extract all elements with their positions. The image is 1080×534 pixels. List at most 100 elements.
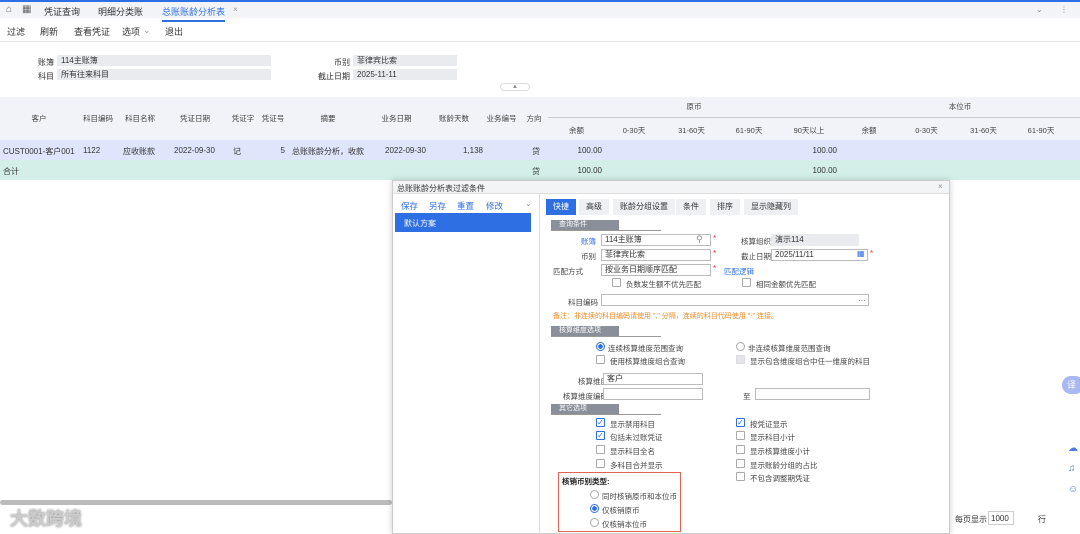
calendar-icon[interactable]: ▦ bbox=[857, 249, 865, 258]
reset-button[interactable]: 重置 bbox=[457, 200, 474, 212]
col-orig-balance: 余额 bbox=[569, 126, 584, 135]
search-icon[interactable]: ⚲ bbox=[696, 234, 703, 245]
wo-local-radio[interactable] bbox=[590, 518, 599, 527]
col-local-31-60: 31-60天 bbox=[970, 126, 997, 135]
group-local-currency: 本位币 bbox=[948, 102, 972, 111]
opt-label: 显示科目小计 bbox=[750, 433, 795, 442]
col-local-0-30: 0-30天 bbox=[915, 126, 938, 135]
enddate-input[interactable]: 2025/11/11 bbox=[771, 249, 868, 261]
translate-button[interactable]: 译 bbox=[1062, 376, 1080, 394]
group-original-currency: 原币 bbox=[686, 102, 702, 111]
wo-original-radio[interactable] bbox=[590, 504, 599, 513]
opt-label: 显示禁用科目 bbox=[610, 420, 655, 429]
tab-voucher-query[interactable]: 凭证查询 bbox=[44, 5, 80, 18]
enddate-value: 2025-11-11 bbox=[353, 69, 457, 80]
cell-summary: 总账账龄分析，收款 bbox=[292, 147, 364, 156]
enddate-label: 截止日期 bbox=[318, 72, 350, 81]
match-logic-link[interactable]: 匹配逻辑 bbox=[724, 266, 754, 277]
tab-quick[interactable]: 快捷 bbox=[546, 199, 576, 215]
opt-label: 按凭证显示 bbox=[750, 420, 788, 429]
tab-sort[interactable]: 排序 bbox=[710, 199, 740, 215]
dimcode-to-input[interactable] bbox=[755, 388, 870, 400]
cell-customer: CUST0001-客户001 bbox=[3, 147, 75, 156]
header-divider bbox=[548, 117, 1080, 118]
opt-dim-subtotal-checkbox[interactable] bbox=[736, 445, 745, 454]
opt-label: 多科目合并显示 bbox=[610, 461, 663, 470]
opt-unposted-checkbox[interactable]: ✓ bbox=[596, 431, 605, 440]
code-input[interactable] bbox=[601, 294, 869, 306]
col-orig-31-60: 31-60天 bbox=[678, 126, 705, 135]
neg-first-label: 负数发生额不优先匹配 bbox=[626, 280, 701, 289]
modify-button[interactable]: 修改 bbox=[486, 200, 503, 212]
collapse-toggle[interactable]: ▲ bbox=[500, 83, 530, 91]
opt-exclude-adjust-checkbox[interactable] bbox=[736, 472, 745, 481]
col-orig-over90: 90天以上 bbox=[793, 126, 825, 135]
save-as-button[interactable]: 另存 bbox=[429, 200, 446, 212]
book-label[interactable]: 账簿 bbox=[581, 236, 596, 247]
wo-local-label: 仅核销本位币 bbox=[602, 520, 647, 529]
wo-both-radio[interactable] bbox=[590, 490, 599, 499]
currency-select[interactable]: 菲律宾比索 bbox=[601, 249, 711, 261]
dim-combo-checkbox[interactable] bbox=[596, 355, 605, 364]
tab-show-hide-columns[interactable]: 显示隐藏列 bbox=[744, 199, 798, 215]
opt-merge-checkbox[interactable] bbox=[596, 459, 605, 468]
section-query: 查询条件 bbox=[551, 220, 619, 230]
dim-any-checkbox bbox=[736, 355, 745, 364]
book-value: 114主账簿 bbox=[57, 55, 271, 66]
table-header: 客户 科目编码 科目名称 凭证日期 凭证字 凭证号 摘要 业务日期 账龄天数 业… bbox=[0, 97, 1080, 140]
per-page-input[interactable]: 1000 bbox=[988, 511, 1014, 525]
close-tab-icon[interactable]: × bbox=[233, 5, 238, 14]
cloud-icon[interactable]: ☁ bbox=[1068, 443, 1078, 454]
feedback-icon[interactable]: ☺ bbox=[1068, 484, 1078, 495]
dim-continuous-radio[interactable] bbox=[596, 342, 605, 351]
same-first-label: 相同金额优先匹配 bbox=[756, 280, 816, 289]
currency-value: 菲律宾比索 bbox=[353, 55, 457, 66]
opt-fullname-checkbox[interactable] bbox=[596, 445, 605, 454]
more-icon[interactable]: ⋮ bbox=[1060, 5, 1068, 14]
dim-noncontinuous-radio[interactable] bbox=[736, 342, 745, 351]
cell-dir: 贷 bbox=[532, 147, 540, 156]
close-icon[interactable]: × bbox=[938, 182, 943, 191]
collapse-icon[interactable]: ⌄ bbox=[1036, 5, 1043, 14]
opt-label: 显示核算维度小计 bbox=[750, 447, 810, 456]
tab-condition[interactable]: 条件 bbox=[676, 199, 706, 215]
opt-aging-ratio-checkbox[interactable] bbox=[736, 459, 745, 468]
dimcode-label: 核算维度编码 bbox=[563, 392, 608, 401]
options-menu[interactable]: 选项 bbox=[122, 25, 140, 38]
per-page-unit: 行 bbox=[1038, 515, 1046, 524]
neg-first-checkbox[interactable] bbox=[612, 278, 621, 287]
tab-aging-group[interactable]: 账龄分组设置 bbox=[613, 199, 675, 215]
opt-by-voucher-checkbox[interactable]: ✓ bbox=[736, 418, 745, 427]
opt-label: 显示账龄分组的占比 bbox=[750, 461, 818, 470]
refresh-button[interactable]: 刷新 bbox=[40, 25, 58, 38]
cell-balance: 100.00 bbox=[577, 146, 602, 155]
col-dir: 方向 bbox=[526, 114, 542, 123]
home-icon[interactable]: ⌂ bbox=[6, 4, 12, 15]
section-other: 其它选项 bbox=[551, 404, 619, 414]
watermark-logo: 大数跨境 bbox=[10, 509, 82, 529]
to-label: 至 bbox=[743, 392, 751, 401]
apps-grid-icon[interactable]: ▦ bbox=[22, 4, 31, 15]
filter-button[interactable]: 过滤 bbox=[7, 25, 25, 38]
tab-detail-ledger[interactable]: 明细分类账 bbox=[98, 5, 143, 18]
table-row[interactable]: CUST0001-客户001 1122 应收账款 2022-09-30 记 5 … bbox=[0, 140, 1080, 160]
col-bdate: 业务日期 bbox=[381, 114, 412, 123]
headset-icon[interactable]: ♫ bbox=[1068, 463, 1076, 474]
same-first-checkbox[interactable] bbox=[742, 278, 751, 287]
exit-button[interactable]: 退出 bbox=[165, 25, 183, 38]
col-summary: 摘要 bbox=[320, 114, 336, 123]
scheme-default[interactable]: 默认方案 bbox=[395, 213, 531, 232]
opt-subject-subtotal-checkbox[interactable] bbox=[736, 431, 745, 440]
opt-disabled-subjects-checkbox[interactable]: ✓ bbox=[596, 418, 605, 427]
cell-bdate: 2022-09-30 bbox=[385, 146, 426, 155]
book-input[interactable]: 114主账簿 bbox=[601, 234, 711, 246]
total-label: 合计 bbox=[3, 167, 19, 176]
tab-advanced[interactable]: 高级 bbox=[579, 199, 609, 215]
dimcode-from-input[interactable] bbox=[603, 388, 703, 400]
view-voucher-button[interactable]: 查看凭证 bbox=[74, 25, 110, 38]
ellipsis-icon[interactable]: … bbox=[858, 294, 866, 303]
save-button[interactable]: 保存 bbox=[401, 200, 418, 212]
dim-select[interactable]: 客户 bbox=[603, 373, 703, 385]
chevron-down-icon[interactable]: ⌄ bbox=[525, 199, 532, 208]
match-select[interactable]: 按业务日期顺序匹配 bbox=[601, 264, 711, 276]
